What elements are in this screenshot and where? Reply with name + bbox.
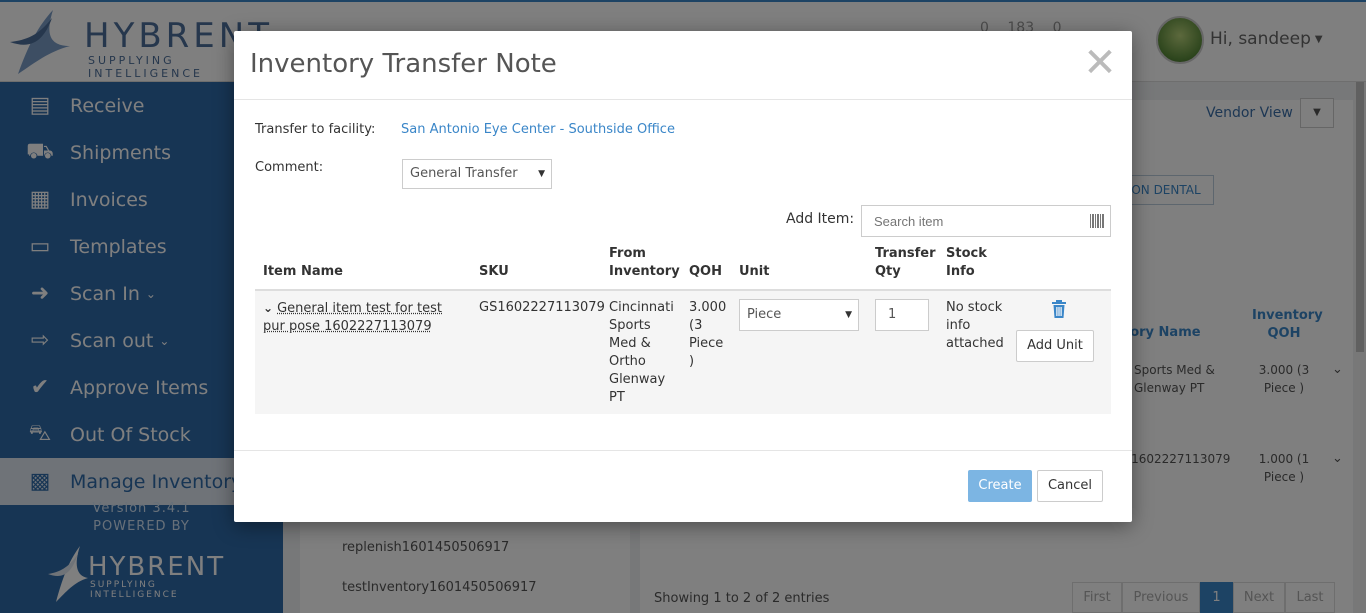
item-name-cell[interactable]: ⌄ General item test for test pur pose 160…: [263, 299, 463, 336]
stock-info-link[interactable]: No stock info attached: [946, 299, 1006, 353]
unit-select-value: Piece: [747, 307, 782, 322]
add-unit-button[interactable]: Add Unit: [1016, 330, 1094, 362]
chevron-down-icon[interactable]: ⌄: [263, 301, 273, 315]
col-unit: Unit: [739, 264, 770, 279]
col-stock-info: Stock Info: [946, 246, 987, 279]
comment-select-value: General Transfer: [410, 166, 518, 181]
unit-select[interactable]: Piece ▼: [739, 299, 859, 331]
barcode-icon[interactable]: [1090, 214, 1104, 228]
cancel-button[interactable]: Cancel: [1037, 470, 1103, 502]
create-button[interactable]: Create: [968, 470, 1032, 502]
col-sku: SKU: [479, 264, 509, 279]
col-from-inventory: From Inventory: [609, 246, 680, 279]
inventory-transfer-modal: Inventory Transfer Note ✕ Transfer to fa…: [234, 31, 1132, 522]
modal-footer-divider: [234, 450, 1132, 451]
modal-header: Inventory Transfer Note ✕: [234, 31, 1132, 100]
comment-label: Comment:: [255, 160, 324, 175]
transfer-to-facility-link[interactable]: San Antonio Eye Center - Southside Offic…: [401, 122, 675, 137]
close-icon[interactable]: ✕: [1082, 43, 1118, 83]
sku-cell: GS1602227113079: [479, 300, 605, 315]
from-inventory-link[interactable]: Cincinnati Sports Med & Ortho Glenway PT: [609, 299, 674, 407]
item-name-text[interactable]: General item test for test pur pose 1602…: [263, 301, 442, 334]
col-qoh: QOH: [689, 264, 722, 279]
search-input[interactable]: [862, 206, 1082, 236]
col-transfer-qty: Transfer Qty: [875, 246, 936, 279]
caret-down-icon: ▼: [538, 169, 545, 179]
transfer-to-label: Transfer to facility:: [255, 122, 376, 137]
modal-title: Inventory Transfer Note: [250, 49, 557, 79]
col-item-name: Item Name: [263, 264, 343, 279]
add-item-label: Add Item:: [786, 211, 855, 227]
qoh-cell: 3.000 (3 Piece ): [689, 300, 727, 369]
trash-icon[interactable]: [1051, 300, 1067, 318]
comment-select[interactable]: General Transfer ▼: [402, 159, 552, 189]
search-item-field[interactable]: [861, 205, 1111, 237]
caret-down-icon: ▼: [845, 310, 852, 320]
transfer-qty-input[interactable]: 1: [875, 299, 929, 331]
